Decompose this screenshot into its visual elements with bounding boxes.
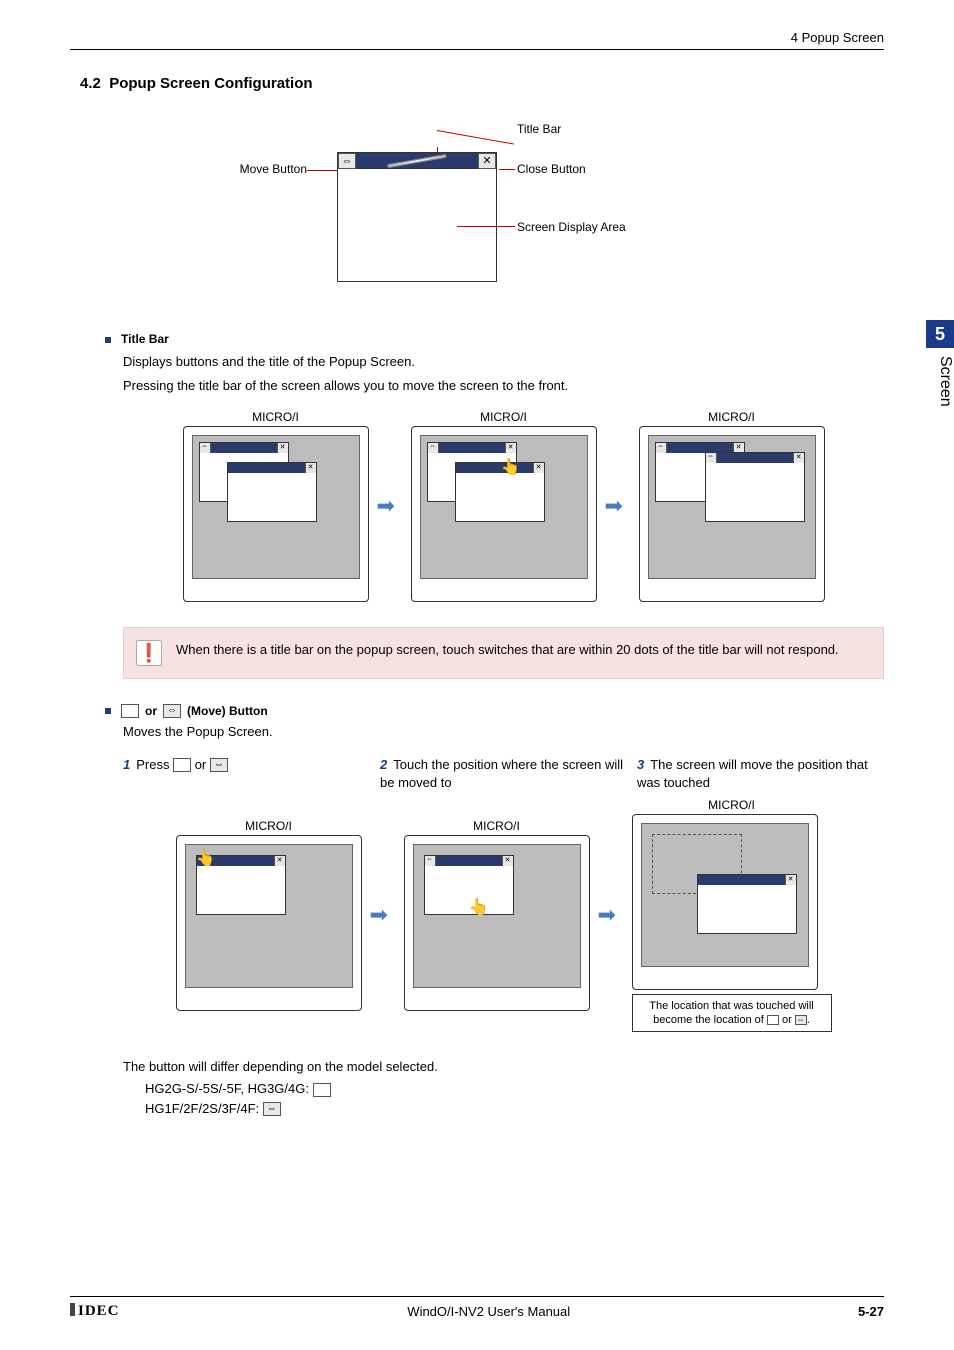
step-3: 3The screen will move the position that … bbox=[637, 756, 884, 792]
titlebar-desc-1: Displays buttons and the title of the Po… bbox=[123, 352, 884, 372]
arrow-icon: ➡ bbox=[370, 902, 396, 928]
move-note: The location that was touched will becom… bbox=[632, 994, 832, 1033]
figure-popup-callouts: Move Button ⇔ ✕ Title Bar Close Button S… bbox=[70, 122, 884, 292]
manual-title: WindO/I-NV2 User's Manual bbox=[407, 1304, 570, 1319]
panel-caption: MICRO/I bbox=[183, 410, 369, 424]
popup-window-diagram: ⇔ ✕ bbox=[337, 152, 497, 282]
label-display-area: Screen Display Area bbox=[517, 220, 626, 234]
titlebar-desc-2: Pressing the title bar of the screen all… bbox=[123, 376, 884, 396]
chapter-label: Screen bbox=[926, 348, 954, 407]
figure-titlebar-sequence: MICRO/I ⇔✕ ✕ ➡ MICRO/I ⇔✕ bbox=[123, 410, 884, 602]
touch-icon: 👆 bbox=[501, 460, 521, 476]
move-arrow-icon: ⇔ bbox=[163, 704, 181, 718]
page-footer: IDEC WindO/I-NV2 User's Manual 5-27 bbox=[70, 1296, 884, 1320]
running-header: 4 Popup Screen bbox=[70, 30, 884, 50]
arrow-icon: ➡ bbox=[605, 493, 631, 519]
step-1: 1Press or ⇔ bbox=[123, 756, 370, 774]
subheading-title-bar: Title Bar bbox=[105, 332, 884, 346]
label-close-button: Close Button bbox=[517, 162, 586, 176]
warning-icon: ❗ bbox=[136, 640, 162, 666]
chapter-number: 5 bbox=[926, 320, 954, 348]
arrow-icon: ➡ bbox=[598, 902, 624, 928]
empty-button-icon bbox=[121, 704, 139, 718]
side-chapter-tab: 5 Screen bbox=[926, 320, 954, 480]
touch-icon: 👆 bbox=[469, 900, 489, 916]
figure-move-sequence: MICRO/I ✕ 👆 ➡ MICRO/I ⇔✕ 👆 bbox=[123, 798, 884, 1033]
arrow-icon: ➡ bbox=[377, 493, 403, 519]
touch-icon: 👆 bbox=[196, 851, 216, 867]
brand-logo: IDEC bbox=[70, 1303, 120, 1320]
model-line-b: HG1F/2F/2S/3F/4F: ⇔ bbox=[145, 1101, 884, 1117]
page-number: 5-27 bbox=[858, 1304, 884, 1319]
label-move-button: Move Button bbox=[217, 162, 307, 176]
warning-callout: ❗ When there is a title bar on the popup… bbox=[123, 627, 884, 679]
step-2: 2Touch the position where the screen wil… bbox=[380, 756, 627, 792]
close-button-icon: ✕ bbox=[478, 153, 496, 169]
subheading-move-button: or ⇔ (Move) Button bbox=[105, 704, 884, 718]
move-desc: Moves the Popup Screen. bbox=[123, 722, 884, 742]
label-title-bar: Title Bar bbox=[517, 122, 561, 136]
move-button-icon: ⇔ bbox=[338, 153, 356, 169]
steps-row: 1Press or ⇔ 2Touch the position where th… bbox=[123, 756, 884, 792]
model-line-a: HG2G-S/-5S/-5F, HG3G/4G: bbox=[145, 1081, 884, 1097]
model-intro: The button will differ depending on the … bbox=[123, 1057, 884, 1077]
section-heading: 4.2 Popup Screen Configuration bbox=[80, 75, 884, 92]
warning-text: When there is a title bar on the popup s… bbox=[176, 640, 839, 660]
